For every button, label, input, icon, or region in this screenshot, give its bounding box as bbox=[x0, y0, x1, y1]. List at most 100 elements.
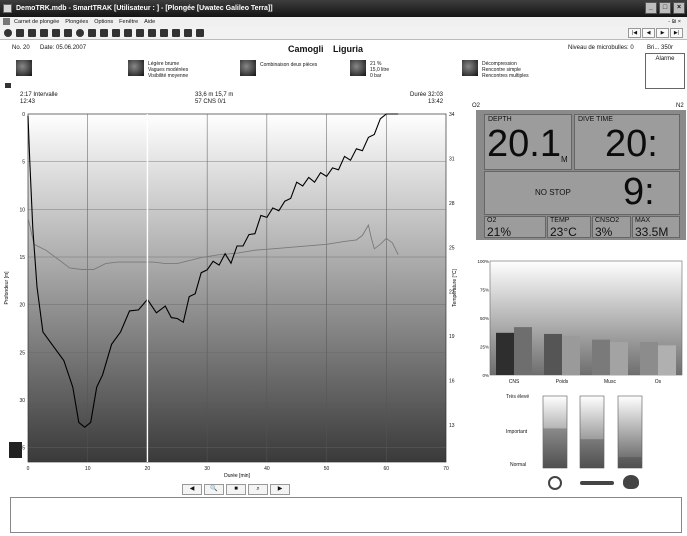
x-tick-label: 10 bbox=[85, 466, 91, 472]
dive-computer-display: DEPTH 20.1 M DIVE TIME 20: NO STOP 9: O2… bbox=[476, 110, 686, 240]
dive-time-label: DIVE TIME bbox=[578, 116, 613, 123]
no-stop-text: NO STOP bbox=[535, 188, 571, 197]
next-record-button[interactable]: ▶ bbox=[656, 28, 669, 38]
left-axis-label: Profondeur [m] bbox=[4, 271, 10, 305]
o2-value: 21% bbox=[487, 225, 512, 239]
gauge-level bbox=[580, 439, 604, 468]
gauge-chart bbox=[542, 395, 643, 469]
saturation-panel: 100% 75% 50% 25% 0% CNS Poids Musc Os bbox=[476, 255, 686, 390]
mdi-controls[interactable]: - ₪ × bbox=[668, 17, 681, 27]
depth-value: 20.1 bbox=[487, 123, 561, 165]
depth-tick-label: 20 bbox=[19, 303, 25, 309]
lungs-icon bbox=[548, 476, 562, 490]
dive-site: Camogli bbox=[288, 44, 324, 54]
window2-icon[interactable] bbox=[196, 29, 204, 37]
bar-dark bbox=[544, 333, 562, 375]
diver-icon[interactable] bbox=[112, 29, 120, 37]
app-icon bbox=[3, 4, 12, 13]
menu-aide[interactable]: Aide bbox=[144, 17, 155, 27]
gauge-level bbox=[543, 428, 567, 468]
alarm-label: Alarme bbox=[655, 56, 675, 62]
step-back-button[interactable]: ◀ bbox=[182, 484, 202, 495]
settings-icon[interactable] bbox=[160, 29, 168, 37]
weather-text: Légère brume Vagues modérées Visibilité … bbox=[148, 61, 189, 79]
menu-bar: Carnet de plongée Plongées Options Fenêt… bbox=[0, 17, 687, 27]
download-icon[interactable] bbox=[76, 29, 84, 37]
depth-tick-label: 15 bbox=[19, 255, 25, 261]
bar-y-tick-label: 50% bbox=[480, 316, 489, 321]
temp-tick-label: 31 bbox=[449, 156, 455, 162]
dive-profile-chart[interactable]: 0 10 20 30 40 50 60 700510152025303534312825221… bbox=[0, 90, 458, 482]
search-icon[interactable] bbox=[100, 29, 108, 37]
open-icon[interactable] bbox=[16, 29, 24, 37]
x-tick-label: 20 bbox=[145, 466, 151, 472]
temp-tick-label: 25 bbox=[449, 245, 455, 251]
print-icon[interactable] bbox=[40, 29, 48, 37]
x-tick-label: 50 bbox=[324, 466, 330, 472]
tank-icon[interactable] bbox=[148, 29, 156, 37]
temp-tick-label: 13 bbox=[449, 423, 455, 429]
first-record-button[interactable]: |◀ bbox=[628, 28, 641, 38]
heart-icon bbox=[623, 475, 639, 489]
bar-dark bbox=[496, 332, 514, 375]
depth-tick-label: 30 bbox=[19, 398, 25, 404]
depth-tick-label: 10 bbox=[19, 207, 25, 213]
thermometer-icon bbox=[580, 481, 614, 485]
filter-icon[interactable] bbox=[172, 29, 180, 37]
prev-record-button[interactable]: ◀ bbox=[642, 28, 655, 38]
depth-tick-label: 25 bbox=[19, 350, 25, 356]
bar-category-label: Poids bbox=[556, 379, 569, 385]
maximize-button[interactable]: □ bbox=[659, 2, 671, 14]
zoom-icon[interactable]: 🔍 bbox=[204, 484, 224, 495]
deco-text: Décompression Rencontre simple Rencontre… bbox=[482, 61, 529, 79]
menu-plongees[interactable]: Plongées bbox=[65, 17, 88, 27]
collapse-icon[interactable] bbox=[5, 83, 11, 88]
window-icon[interactable] bbox=[184, 29, 192, 37]
max-cell: MAX 33.5M bbox=[632, 216, 680, 239]
o2-cell: O2 21% bbox=[484, 216, 546, 239]
menu-options[interactable]: Options bbox=[94, 17, 113, 27]
depth-unit: M bbox=[561, 155, 568, 164]
temp-tick-label: 16 bbox=[449, 379, 455, 385]
x-tick-label: 70 bbox=[443, 466, 449, 472]
gear-icon[interactable] bbox=[124, 29, 132, 37]
stop-button[interactable]: ■ bbox=[226, 484, 246, 495]
playback-controls: ◀ 🔍 ■ ⌕ ▶ bbox=[182, 484, 290, 495]
zoom-out-icon[interactable]: ⌕ bbox=[248, 484, 268, 495]
dive-date: Date: 05.06.2007 bbox=[40, 45, 87, 51]
bar-light bbox=[610, 341, 628, 375]
new-icon[interactable] bbox=[4, 29, 12, 37]
bar-dark bbox=[640, 341, 658, 375]
stop-value: 9: bbox=[623, 171, 655, 213]
save-icon[interactable] bbox=[28, 29, 36, 37]
menu-carnet[interactable]: Carnet de plongée bbox=[14, 17, 59, 27]
bar-y-tick-label: 25% bbox=[480, 345, 489, 350]
upload-icon[interactable] bbox=[64, 29, 72, 37]
close-button[interactable]: × bbox=[673, 2, 685, 14]
chart-icon[interactable] bbox=[136, 29, 144, 37]
depth-tick-label: 5 bbox=[22, 160, 25, 166]
minimize-button[interactable]: _ bbox=[645, 2, 657, 14]
notes-field[interactable] bbox=[10, 497, 682, 533]
temp-tick-label: 19 bbox=[449, 334, 455, 340]
max-value: 33.5M bbox=[635, 225, 669, 239]
cns-cell: CNSO2 3% bbox=[592, 216, 631, 239]
dive-time-cell: DIVE TIME 20: bbox=[574, 114, 680, 170]
deco-icon bbox=[462, 60, 478, 76]
tank-photo-icon bbox=[350, 60, 366, 76]
bar-light bbox=[514, 327, 532, 375]
dive-profile-panel: 2:17 Intervalle 12:43 33,6 m 15,7 m 57 C… bbox=[0, 90, 458, 482]
temp-tick-label: 28 bbox=[449, 201, 455, 207]
bar-dark bbox=[592, 339, 610, 375]
step-forward-button[interactable]: ▶ bbox=[270, 484, 290, 495]
menu-fenetre[interactable]: Fenêtre bbox=[119, 17, 138, 27]
diver-photo bbox=[16, 60, 32, 76]
plot-background bbox=[27, 113, 447, 463]
dive-number: No. 20 bbox=[12, 45, 30, 51]
window-titlebar: DemoTRK.mdb - SmartTRAK [Utilisateur : ]… bbox=[0, 0, 687, 17]
x-tick-label: 0 bbox=[27, 466, 30, 472]
depth-tick-label: 0 bbox=[22, 112, 25, 118]
delete-icon[interactable] bbox=[88, 29, 96, 37]
import-icon[interactable] bbox=[52, 29, 60, 37]
last-record-button[interactable]: ▶| bbox=[670, 28, 683, 38]
